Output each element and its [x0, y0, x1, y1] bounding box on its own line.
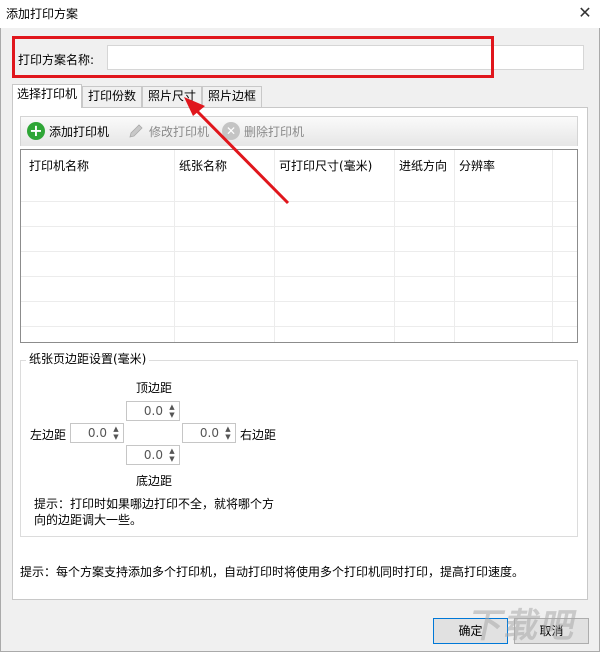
- edit-printer-label: 修改打印机: [149, 124, 210, 139]
- tab-photo-border[interactable]: 照片边框: [202, 86, 262, 107]
- spinner-arrows-icon[interactable]: ▲ ▼: [111, 425, 121, 441]
- table-row-line: [21, 326, 577, 327]
- right-margin-spinner[interactable]: 0.0 ▲ ▼: [182, 423, 236, 443]
- column-header-resolution[interactable]: 分辨率: [459, 158, 495, 174]
- table-row-line: [21, 251, 577, 252]
- margin-settings-legend: 纸张页边距设置(毫米): [26, 351, 150, 367]
- window-title: 添加打印方案: [6, 7, 79, 21]
- delete-printer-button[interactable]: ✕ 删除打印机: [222, 121, 304, 141]
- top-margin-spinner[interactable]: 0.0 ▲ ▼: [126, 401, 180, 421]
- add-printer-label: 添加打印机: [49, 124, 110, 139]
- tab-photo-size[interactable]: 照片尺寸: [142, 86, 202, 107]
- column-header-printer-name[interactable]: 打印机名称: [29, 158, 89, 174]
- edit-printer-button[interactable]: 修改打印机: [127, 121, 209, 141]
- table-row-line: [21, 201, 577, 202]
- bottom-margin-value: 0.0: [143, 448, 163, 462]
- bottom-margin-spinner[interactable]: 0.0 ▲ ▼: [126, 445, 180, 465]
- table-column-divider: [394, 150, 395, 342]
- printer-table[interactable]: 打印机名称 纸张名称 可打印尺寸(毫米) 进纸方向 分辨率: [20, 149, 578, 343]
- close-icon: ✕: [578, 3, 592, 22]
- bottom-margin-label: 底边距: [136, 474, 173, 488]
- spinner-arrows-icon[interactable]: ▲ ▼: [167, 447, 177, 463]
- table-row-line: [21, 226, 577, 227]
- delete-printer-label: 删除打印机: [244, 124, 305, 139]
- spinner-arrows-icon[interactable]: ▲ ▼: [223, 425, 233, 441]
- table-row-line: [21, 301, 577, 302]
- pencil-icon: [127, 122, 145, 140]
- spinner-arrows-icon[interactable]: ▲ ▼: [167, 403, 177, 419]
- right-margin-label: 右边距: [240, 428, 277, 442]
- left-margin-spinner[interactable]: 0.0 ▲ ▼: [70, 423, 124, 443]
- tab-print-copies[interactable]: 打印份数: [82, 86, 142, 107]
- table-column-divider: [274, 150, 275, 342]
- title-bar: [0, 0, 600, 28]
- margin-hint-text: 提示：打印时如果哪边打印不全，就将哪个方向的边距调大一些。: [34, 497, 275, 527]
- add-printer-button[interactable]: + 添加打印机: [27, 121, 109, 141]
- left-margin-label: 左边距: [30, 428, 67, 442]
- highlight-annotation-box: [12, 36, 494, 78]
- left-margin-value: 0.0: [87, 426, 107, 440]
- plus-icon: +: [27, 122, 45, 140]
- close-button[interactable]: ✕: [570, 0, 600, 28]
- table-column-divider: [552, 150, 553, 342]
- delete-icon: ✕: [222, 122, 240, 140]
- column-header-printable-size[interactable]: 可打印尺寸(毫米): [279, 158, 372, 174]
- column-header-paper-name[interactable]: 纸张名称: [179, 158, 227, 174]
- right-margin-value: 0.0: [199, 426, 219, 440]
- top-margin-value: 0.0: [143, 404, 163, 418]
- tab-select-printer[interactable]: 选择打印机: [12, 84, 82, 108]
- table-column-divider: [454, 150, 455, 342]
- table-column-divider: [174, 150, 175, 342]
- top-margin-label: 顶边距: [136, 381, 173, 395]
- table-row-line: [21, 276, 577, 277]
- watermark-logo: 下载吧: [465, 606, 582, 646]
- column-header-feed-direction[interactable]: 进纸方向: [399, 158, 447, 174]
- footer-hint-text: 提示：每个方案支持添加多个打印机，自动打印时将使用多个打印机同时打印，提高打印速…: [20, 565, 525, 579]
